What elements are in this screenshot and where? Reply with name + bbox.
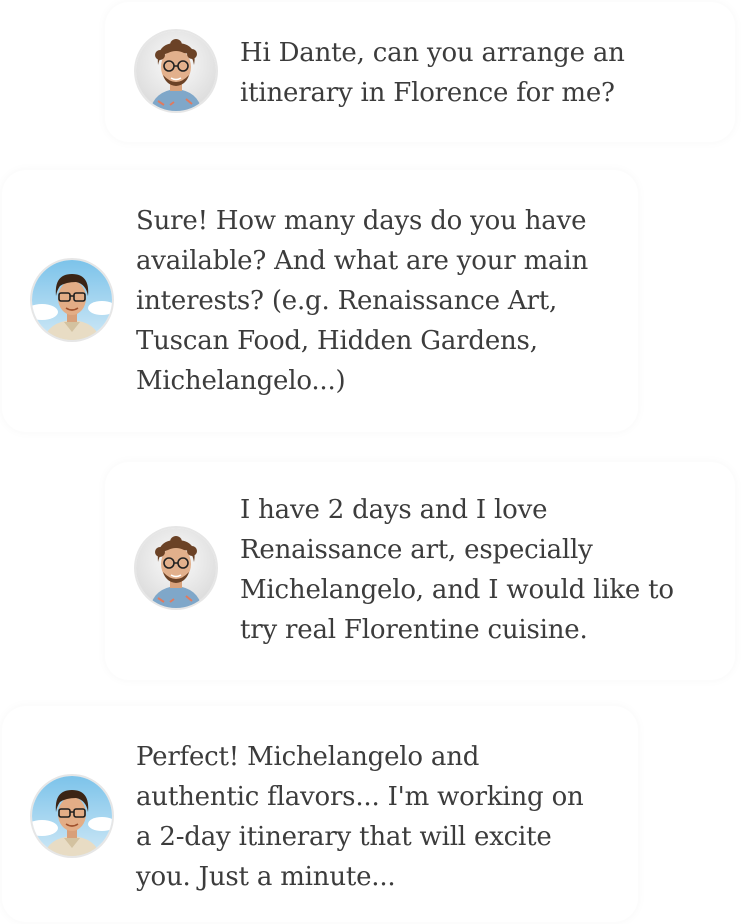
user-avatar-icon bbox=[136, 528, 216, 608]
dante-avatar-icon bbox=[32, 776, 112, 856]
message-text: I have 2 days and I love Renaissance art… bbox=[240, 495, 674, 645]
user-message: Hi Dante, can you arrange an itinerary i… bbox=[0, 0, 744, 150]
assistant-message: Perfect! Michelangelo and authentic flav… bbox=[0, 706, 744, 922]
message-text: Perfect! Michelangelo and authentic flav… bbox=[136, 742, 584, 892]
user-message: I have 2 days and I love Renaissance art… bbox=[0, 460, 744, 680]
dante-avatar-icon bbox=[32, 260, 112, 340]
assistant-message: Sure! How many days do you have availabl… bbox=[0, 170, 744, 432]
message-text: Hi Dante, can you arrange an itinerary i… bbox=[240, 38, 625, 108]
user-avatar-icon bbox=[136, 31, 216, 111]
message-text: Sure! How many days do you have availabl… bbox=[136, 206, 588, 396]
